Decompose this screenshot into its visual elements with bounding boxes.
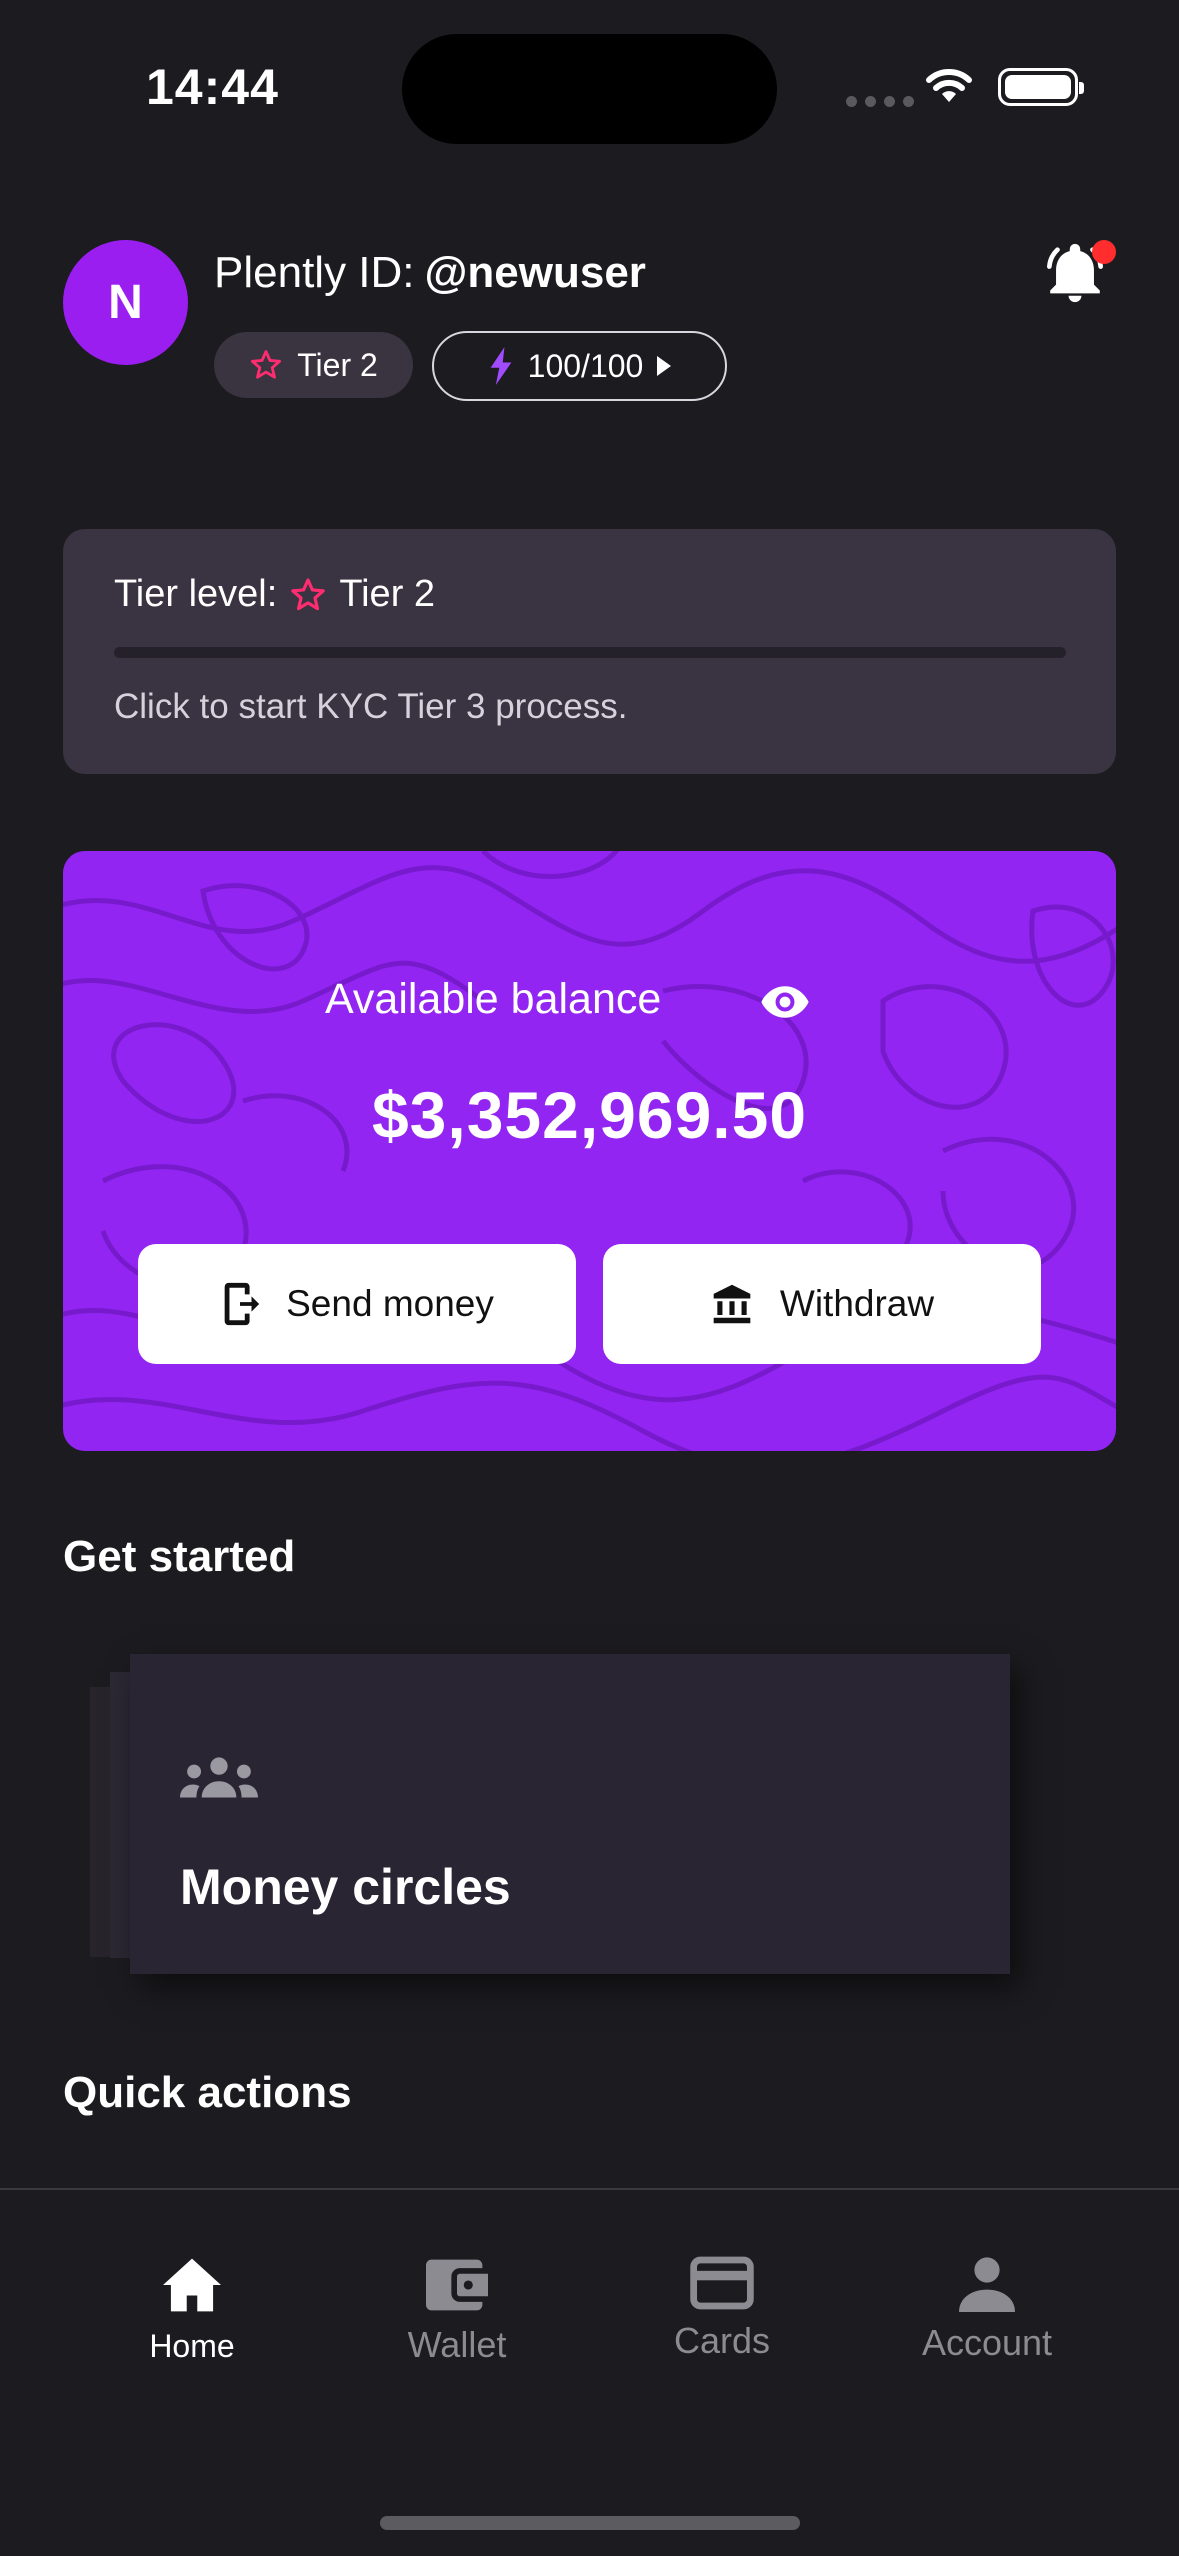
bottom-nav-divider: [0, 2188, 1179, 2190]
card-icon: [690, 2256, 754, 2310]
tier-level-value: Tier 2: [339, 573, 436, 615]
wifi-icon: [926, 69, 972, 102]
tier-level-label: Tier level:: [114, 573, 278, 615]
tier-level-card[interactable]: Tier level: Tier 2 Click to start KYC Ti…: [63, 529, 1116, 774]
quick-actions-heading: Quick actions: [63, 2068, 352, 2117]
cellular-signal-icon: [846, 96, 914, 107]
username-handle: @newuser: [424, 248, 646, 297]
nav-item-home[interactable]: Home: [92, 2256, 292, 2365]
dynamic-island: [402, 34, 777, 144]
nav-item-account[interactable]: Account: [887, 2256, 1087, 2364]
group-icon: [180, 1757, 258, 1798]
withdraw-button[interactable]: Withdraw: [603, 1244, 1041, 1364]
bank-icon: [713, 1284, 751, 1324]
avatar[interactable]: N: [63, 240, 188, 365]
eye-icon[interactable]: [758, 975, 812, 1029]
notification-dot: [1092, 240, 1116, 264]
balance-card: Available balance $3,352,969.50 Send mon…: [63, 851, 1116, 1451]
nav-item-wallet[interactable]: Wallet: [357, 2256, 557, 2366]
energy-button[interactable]: 100/100: [432, 331, 727, 401]
lightning-icon: [490, 347, 512, 385]
caret-right-icon: [657, 356, 672, 376]
home-icon: [163, 2258, 221, 2312]
home-indicator: [380, 2516, 800, 2530]
tier-badge[interactable]: Tier 2: [214, 332, 413, 398]
nav-home-label: Home: [149, 2328, 235, 2364]
tier-level-row: Tier level: Tier 2: [114, 573, 435, 616]
plently-id: Plently ID: @newuser: [214, 248, 646, 298]
star-icon: [251, 350, 282, 379]
available-balance-label: Available balance: [325, 975, 662, 1023]
plently-id-label: Plently ID:: [214, 248, 415, 297]
tier-badge-label: Tier 2: [297, 346, 378, 383]
person-icon: [959, 2257, 1015, 2312]
money-circles-title: Money circles: [180, 1859, 511, 1915]
battery-icon: [998, 68, 1084, 106]
send-money-icon: [224, 1282, 260, 1326]
send-money-button[interactable]: Send money: [138, 1244, 576, 1364]
withdraw-label: Withdraw: [779, 1283, 935, 1324]
nav-account-label: Account: [921, 2322, 1053, 2363]
send-money-label: Send money: [286, 1283, 494, 1324]
money-circles-card[interactable]: Money circles: [130, 1654, 1010, 1974]
star-icon: [291, 577, 326, 610]
nav-cards-label: Cards: [673, 2320, 771, 2361]
tier-progress-bar: [114, 647, 1066, 658]
home-screen: 14:44 N Plently ID: @newuser Tier 2 100/1…: [0, 0, 1179, 2556]
balance-amount: $3,352,969.50: [371, 1078, 808, 1152]
wallet-icon: [426, 2259, 488, 2311]
nav-wallet-label: Wallet: [407, 2324, 507, 2365]
get-started-heading: Get started: [63, 1532, 296, 1581]
energy-value: 100/100: [527, 347, 644, 384]
kyc-hint: Click to start KYC Tier 3 process.: [114, 687, 628, 726]
status-time: 14:44: [146, 59, 279, 115]
nav-item-cards[interactable]: Cards: [622, 2256, 822, 2362]
